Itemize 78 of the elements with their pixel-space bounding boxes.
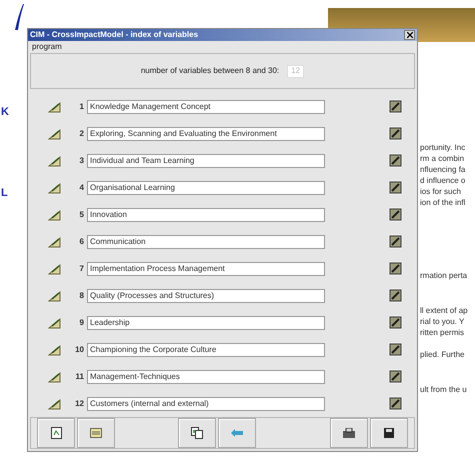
notepad-pencil-icon[interactable] bbox=[389, 127, 402, 140]
pencil-triangle-icon[interactable] bbox=[48, 262, 62, 274]
variable-field[interactable]: Exploring, Scanning and Evaluating the Environment bbox=[87, 126, 325, 140]
page-text-fragment: rmation perta bbox=[420, 270, 468, 281]
page-text-fragment: ll extent of ap bbox=[420, 305, 468, 316]
copy-button[interactable] bbox=[178, 418, 216, 448]
notepad-pencil-icon[interactable] bbox=[389, 208, 402, 221]
page-text-fragment: ion of the infl bbox=[420, 197, 466, 208]
page-button[interactable] bbox=[37, 418, 75, 448]
page-text-fragment: ios for such bbox=[420, 186, 462, 197]
print-button[interactable] bbox=[330, 418, 368, 448]
close-icon bbox=[406, 32, 412, 38]
notepad-pencil-icon[interactable] bbox=[389, 262, 402, 275]
close-button[interactable] bbox=[404, 30, 415, 40]
row-number: 12 bbox=[74, 398, 84, 410]
notepad-pencil-icon[interactable] bbox=[389, 235, 402, 248]
variable-field[interactable]: Communication bbox=[87, 234, 325, 248]
variable-field[interactable]: Organisational Learning bbox=[87, 180, 325, 194]
page-text-fragment: L bbox=[1, 186, 9, 200]
printer-icon bbox=[343, 428, 355, 438]
pencil-triangle-icon[interactable] bbox=[48, 182, 62, 194]
count-label: number of variables between 8 and 30: bbox=[140, 65, 280, 77]
page-text-fragment: portunity. Inc bbox=[420, 142, 466, 153]
pencil-triangle-icon[interactable] bbox=[48, 100, 62, 112]
pencil-triangle-icon[interactable] bbox=[48, 236, 62, 248]
menu-item[interactable]: program bbox=[32, 41, 62, 53]
page-text-fragment: nfluencing fa bbox=[420, 164, 466, 175]
arrow-left-icon bbox=[231, 429, 243, 437]
row-number: 2 bbox=[78, 128, 84, 140]
row-number: 4 bbox=[78, 182, 84, 194]
pencil-triangle-icon[interactable] bbox=[48, 128, 62, 140]
row-number: 10 bbox=[74, 344, 84, 356]
page-text-fragment: rial to you. Y bbox=[420, 316, 466, 327]
row-number: 7 bbox=[78, 262, 84, 274]
notepad-pencil-icon[interactable] bbox=[389, 154, 402, 167]
variable-field[interactable]: Implementation Process Management bbox=[87, 262, 325, 276]
notepad-pencil-icon[interactable] bbox=[389, 370, 402, 383]
notepad-pencil-icon[interactable] bbox=[389, 289, 402, 302]
pencil-triangle-icon[interactable] bbox=[48, 398, 62, 410]
page-text-fragment: plied. Furthe bbox=[420, 349, 466, 360]
copy-icon bbox=[191, 427, 203, 439]
page-text-fragment: rm a combin bbox=[420, 153, 466, 164]
row-number: 3 bbox=[78, 154, 84, 166]
variable-field[interactable]: Leadership bbox=[87, 316, 325, 330]
pencil-triangle-icon[interactable] bbox=[48, 290, 62, 302]
pencil-triangle-icon[interactable] bbox=[48, 154, 62, 166]
page-text-fragment: ritten permis bbox=[420, 327, 466, 338]
variable-field[interactable]: Quality (Processes and Structures) bbox=[87, 288, 325, 302]
row-number: 6 bbox=[78, 236, 84, 248]
variable-field[interactable]: Knowledge Management Concept bbox=[87, 100, 325, 114]
row-number: 8 bbox=[78, 290, 84, 302]
swoosh-icon bbox=[14, 4, 24, 30]
variable-field[interactable]: Individual and Team Learning bbox=[87, 154, 325, 168]
list-icon bbox=[90, 428, 102, 438]
pencil-triangle-icon[interactable] bbox=[48, 316, 62, 328]
notepad-pencil-icon[interactable] bbox=[389, 397, 402, 410]
save-button[interactable] bbox=[370, 418, 408, 448]
pencil-triangle-icon[interactable] bbox=[48, 208, 62, 220]
page-icon bbox=[50, 427, 62, 439]
pencil-triangle-icon[interactable] bbox=[48, 370, 62, 382]
variable-field[interactable]: Management-Techniques bbox=[87, 370, 325, 384]
notepad-pencil-icon[interactable] bbox=[389, 181, 402, 194]
notepad-pencil-icon[interactable] bbox=[389, 100, 402, 113]
variable-field[interactable]: Championing the Corporate Culture bbox=[87, 342, 325, 356]
page-text-fragment: d influence o bbox=[420, 175, 466, 186]
page-text-fragment: ult from the u bbox=[420, 384, 468, 395]
list-button[interactable] bbox=[77, 418, 115, 448]
variable-field[interactable]: Innovation bbox=[87, 208, 325, 222]
window-title: CIM - CrossImpactModel - index of variables bbox=[30, 29, 198, 41]
variable-field[interactable]: Customers (internal and external) bbox=[87, 396, 325, 410]
row-number: 1 bbox=[78, 100, 84, 112]
page-text-fragment: K bbox=[1, 105, 9, 120]
row-number: 9 bbox=[78, 316, 84, 328]
row-number: 11 bbox=[74, 370, 84, 382]
row-number: 5 bbox=[78, 208, 84, 220]
pencil-triangle-icon[interactable] bbox=[48, 344, 62, 356]
notepad-pencil-icon[interactable] bbox=[389, 343, 402, 356]
notepad-pencil-icon[interactable] bbox=[389, 316, 402, 329]
